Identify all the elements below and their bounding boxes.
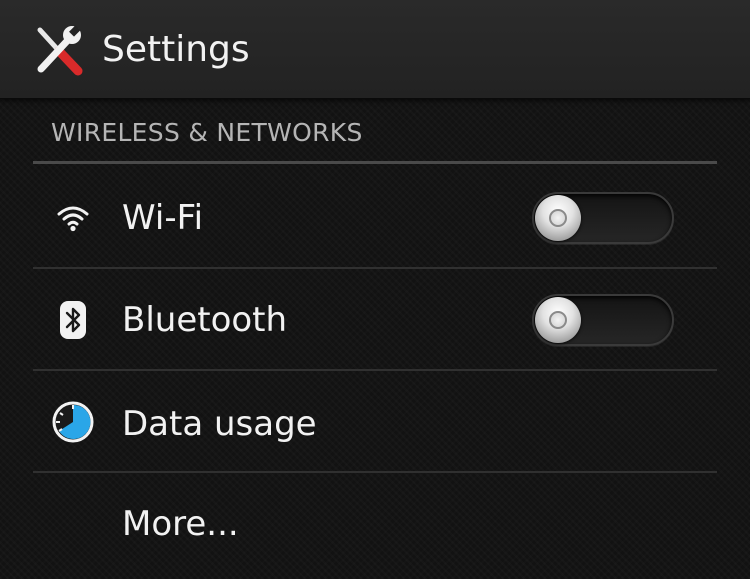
list-item-label: Bluetooth xyxy=(122,300,288,340)
wifi-toggle[interactable] xyxy=(532,192,674,244)
bluetooth-toggle[interactable] xyxy=(532,294,674,346)
list-item-label: Wi-Fi xyxy=(122,198,204,238)
row-divider xyxy=(33,471,717,473)
page-title: Settings xyxy=(102,29,250,70)
list-item-more[interactable]: More... xyxy=(33,474,717,575)
toggle-knob xyxy=(535,297,581,343)
settings-tools-icon[interactable] xyxy=(32,24,86,76)
list-item-label: More... xyxy=(122,504,239,544)
toggle-knob xyxy=(535,195,581,241)
list-item-data-usage[interactable]: Data usage xyxy=(33,372,717,473)
section-divider xyxy=(33,161,717,164)
list-item-bluetooth[interactable]: Bluetooth xyxy=(33,270,717,371)
bluetooth-icon xyxy=(51,298,95,342)
settings-screen: Settings WIRELESS & NETWORKS Wi-Fi Bluet… xyxy=(0,0,750,579)
data-usage-icon xyxy=(51,400,95,444)
section-header-wireless: WIRELESS & NETWORKS xyxy=(51,118,363,147)
action-bar: Settings xyxy=(0,0,750,99)
wifi-icon xyxy=(51,196,95,240)
list-item-wifi[interactable]: Wi-Fi xyxy=(33,168,717,269)
row-divider xyxy=(33,369,717,371)
list-item-label: Data usage xyxy=(122,404,317,444)
row-divider xyxy=(33,267,717,269)
